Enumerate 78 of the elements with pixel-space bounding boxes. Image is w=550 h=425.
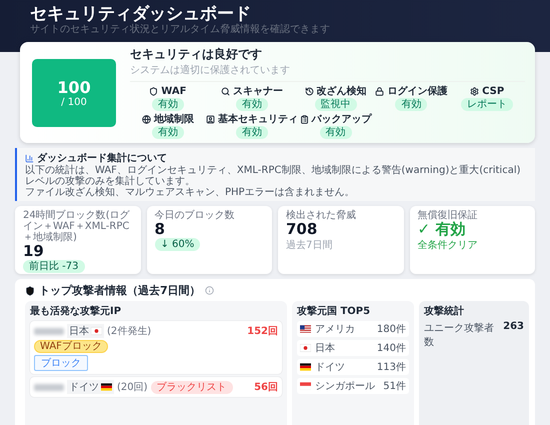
status-badge: 有効 xyxy=(236,126,268,139)
status-badge: 有効 xyxy=(152,98,184,111)
feature-name: 地域制限 xyxy=(154,114,194,125)
stat-value: 8 xyxy=(154,221,165,238)
attack-count: 152回 xyxy=(247,325,278,338)
stat-label: 今日のブロック数 xyxy=(154,210,234,221)
country-name: ドイツ xyxy=(69,381,99,394)
country-count: 51件 xyxy=(383,380,406,393)
feature-name: WAF xyxy=(161,86,186,97)
redacted-ip xyxy=(34,384,64,390)
page-subtitle: サイトのセキュリティ状況とリアルタイム脅威情報を確認できます xyxy=(30,24,331,35)
score-value: 100 xyxy=(57,78,91,96)
id-card-icon xyxy=(206,115,215,124)
flag-icon xyxy=(300,363,311,371)
column-title: 攻撃統計 xyxy=(424,304,465,318)
status-badge: 監視中 xyxy=(314,98,357,111)
stat-label: 無償復旧保証 xyxy=(418,210,478,221)
country-name: 日本 xyxy=(315,342,335,355)
status-badge: レポート xyxy=(461,98,514,111)
globe-icon xyxy=(142,115,151,124)
stat-value: 19 xyxy=(23,243,44,260)
column-title: 攻撃元国 TOP5 xyxy=(297,304,372,318)
status-badge: 有効 xyxy=(395,98,428,111)
stat-label: 検出された脅威 xyxy=(286,210,356,221)
search-icon xyxy=(220,87,230,96)
flag-icon xyxy=(300,325,311,333)
event-note: (2件発生) xyxy=(107,324,152,338)
page-title: セキュリティダッシュボード xyxy=(30,4,251,24)
flag-icon xyxy=(300,344,311,352)
info-text: ファイル改ざん検知、マルウェアスキャン、PHPエラーは含まれません。 xyxy=(25,187,356,198)
chart-icon xyxy=(25,154,34,162)
flag-icon xyxy=(300,382,311,390)
shield-icon xyxy=(149,87,158,96)
status-badge: 有効 xyxy=(320,126,352,139)
info-text: 以下の統計は、WAF、ログインセキュリティ、XML-RPC制限、地域制限による警告(warning)と重大(critical)レベルの攻撃のみを集計しています。 xyxy=(25,165,522,187)
status-title: セキュリティは良好です xyxy=(130,46,263,63)
country-name: アメリカ xyxy=(315,323,355,336)
redacted-ip xyxy=(34,328,64,334)
status-subtitle: システムは適切に保護されています xyxy=(130,63,525,82)
lock-icon xyxy=(375,87,384,96)
stat-label: 24時間ブロック数(ログイン＋WAF＋XML-RPC＋地域制限) xyxy=(23,210,131,243)
feature-name: バックアップ xyxy=(312,114,372,125)
panel-title: トップ攻撃者情報（過去7日間） xyxy=(39,283,201,298)
change-badge: 前日比 -73 xyxy=(23,260,85,273)
feature-name: 基本セキュリティ xyxy=(218,114,298,125)
clipboard-icon xyxy=(300,115,309,124)
shield-icon xyxy=(25,286,35,296)
country-count: 113件 xyxy=(376,361,406,374)
stat-value: 263 xyxy=(503,321,524,334)
feature-name: 改ざん検知 xyxy=(316,86,367,97)
info-icon[interactable] xyxy=(204,286,214,295)
tag: WAFブロック xyxy=(34,340,108,353)
change-badge: ↓ 60% xyxy=(154,238,200,251)
column-title: 最も活発な攻撃元IP xyxy=(30,304,122,318)
history-icon xyxy=(304,87,314,96)
stat-note: 過去7日間 xyxy=(286,238,332,252)
score-max: / 100 xyxy=(61,96,87,108)
stat-label: ユニーク攻撃者数 xyxy=(424,322,495,349)
tag: ブラックリスト xyxy=(150,380,233,394)
country-name: 日本 xyxy=(69,324,89,338)
feature-name: CSP xyxy=(482,86,504,97)
stat-value: 708 xyxy=(286,221,318,238)
info-title: ダッシュボード集計について xyxy=(37,152,167,164)
event-note: (20回) xyxy=(117,381,148,394)
stat-value: ✓ 有効 xyxy=(418,221,466,238)
stat-note: 全条件クリア xyxy=(418,239,478,252)
attack-count: 56回 xyxy=(254,381,278,394)
country-name: シンガポール xyxy=(315,380,375,393)
status-badge: 有効 xyxy=(236,98,268,111)
settings-icon xyxy=(470,87,480,96)
feature-name: ログイン保護 xyxy=(387,86,448,97)
block-button[interactable]: ブロック xyxy=(34,355,88,371)
status-badge: 有効 xyxy=(152,126,184,139)
feature-name: スキャナー xyxy=(232,86,283,97)
country-count: 180件 xyxy=(376,323,406,336)
country-count: 140件 xyxy=(376,342,406,355)
flag-icon xyxy=(101,383,112,391)
country-name: ドイツ xyxy=(315,361,345,374)
